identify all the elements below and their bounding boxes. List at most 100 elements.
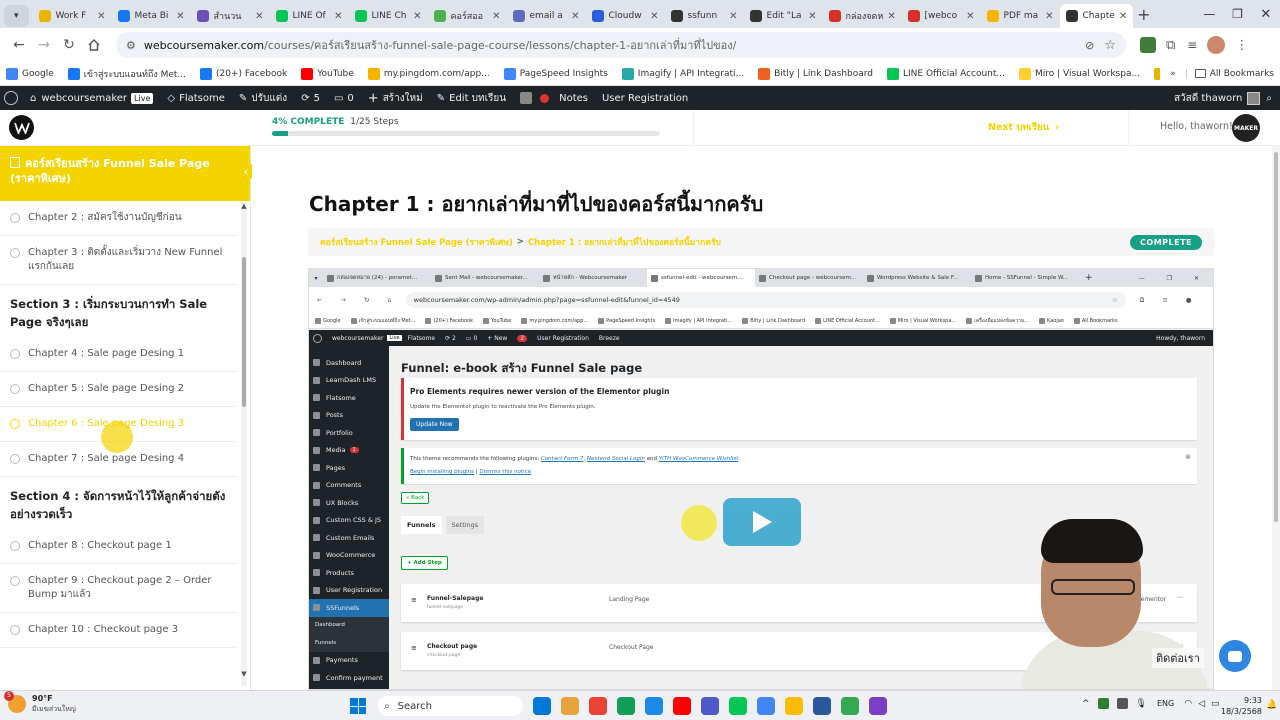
sidebar-scrollbar[interactable]: ▲ ▼ xyxy=(241,202,247,686)
site-logo[interactable] xyxy=(9,115,34,140)
taskbar-app-icon[interactable] xyxy=(589,697,607,715)
browser-tab[interactable]: สำนวน ✕ xyxy=(191,4,270,28)
tray-app-icon-1[interactable] xyxy=(1097,698,1109,709)
taskbar-app-icon[interactable] xyxy=(729,697,747,715)
minimize-button[interactable]: — xyxy=(1195,7,1223,21)
scrollbar-thumb[interactable] xyxy=(242,257,246,407)
wp-new-link[interactable]: + สร้างใหม่ xyxy=(368,91,423,106)
new-tab-button[interactable]: + xyxy=(1133,5,1156,24)
tab-search-button[interactable]: ▾ xyxy=(4,4,29,27)
bookmark-item[interactable]: Miro | Visual Workspa... xyxy=(1019,67,1140,81)
maximize-button[interactable]: ❐ xyxy=(1223,7,1251,21)
browser-tab[interactable]: ssfunn ✕ xyxy=(665,4,744,28)
lesson-item[interactable]: Chapter 4 : Sale page Desing 1 xyxy=(0,337,238,372)
close-tab-icon[interactable]: ✕ xyxy=(567,11,579,22)
taskbar-app-icon[interactable] xyxy=(645,697,663,715)
bookmark-item[interactable]: Bitly | Link Dashboard xyxy=(758,67,873,81)
taskbar-app-icon[interactable] xyxy=(813,697,831,715)
bookmark-item[interactable]: เข้าสู่ระบบแอนท์ถึง Met... xyxy=(67,67,186,81)
close-tab-icon[interactable]: ✕ xyxy=(172,11,184,22)
media-control-icon[interactable]: ≡ xyxy=(1187,38,1197,52)
close-tab-icon[interactable]: ✕ xyxy=(93,11,105,22)
wp-updates-link[interactable]: ⟳ 5 xyxy=(301,93,320,104)
page-scrollbar-thumb[interactable] xyxy=(1274,152,1278,522)
browser-tab[interactable]: กล่องจดห ✕ xyxy=(823,4,902,28)
scrollbar-down-arrow[interactable]: ▼ xyxy=(241,670,247,678)
taskbar-app-icon[interactable] xyxy=(617,697,635,715)
yoast-icon[interactable] xyxy=(520,92,533,104)
page-scrollbar[interactable] xyxy=(1272,146,1280,690)
close-tab-icon[interactable]: ✕ xyxy=(804,11,816,22)
wp-edit-link[interactable]: ✎ Edit บทเรียน xyxy=(437,91,506,106)
browser-tab[interactable]: [webco ✕ xyxy=(902,4,981,28)
close-tab-icon[interactable]: ✕ xyxy=(962,11,974,22)
wp-comments-link[interactable]: ▭ 0 xyxy=(334,93,354,104)
tray-app-icon-2[interactable] xyxy=(1116,698,1128,709)
reload-button[interactable]: ↻ xyxy=(58,34,80,56)
taskbar-app-icon[interactable] xyxy=(673,697,691,715)
video-play-button[interactable] xyxy=(723,498,801,546)
wp-site-link[interactable]: ⌂ webcoursemaker Live xyxy=(30,92,154,104)
scrollbar-up-arrow[interactable]: ▲ xyxy=(241,202,247,210)
menu-kebab-icon[interactable]: ⋮ xyxy=(1235,38,1248,53)
breadcrumb-course-link[interactable]: คอร์สเรียนสร้าง Funnel Sale Page (ราคาพิ… xyxy=(320,235,513,249)
puzzle-icon[interactable]: ⧉ xyxy=(1166,38,1175,53)
site-info-icon[interactable]: ⚙ xyxy=(126,39,136,52)
close-tab-icon[interactable]: ✕ xyxy=(251,11,263,22)
browser-tab[interactable]: Meta Bi ✕ xyxy=(112,4,191,28)
bookmark-item[interactable]: YouTube xyxy=(301,67,354,81)
lesson-item[interactable]: Chapter 9 : Checkout page 2 – Order Bump… xyxy=(0,564,238,613)
taskbar-app-icon[interactable] xyxy=(841,697,859,715)
tray-chevron-icon[interactable]: ^ xyxy=(1082,699,1090,709)
taskbar-app-icon[interactable] xyxy=(785,697,803,715)
taskbar-app-icon[interactable] xyxy=(869,697,887,715)
star-icon[interactable]: ☆ xyxy=(1104,38,1116,53)
wp-customize-link[interactable]: ✎ ปรับแต่ง xyxy=(239,91,287,106)
browser-tab[interactable]: LINE Of ✕ xyxy=(270,4,349,28)
close-tab-icon[interactable]: ✕ xyxy=(883,11,895,22)
language-indicator[interactable]: ENG xyxy=(1157,699,1174,708)
home-button[interactable] xyxy=(83,34,105,56)
close-tab-icon[interactable]: ✕ xyxy=(1115,11,1127,22)
browser-tab[interactable]: Edit "La ✕ xyxy=(744,4,823,28)
lesson-item[interactable]: Chapter 8 : Checkout page 1 xyxy=(0,529,238,564)
breadcrumb-lesson-link[interactable]: Chapter 1 : อยากเล่าที่มาที่ไปของคอร์สนี… xyxy=(528,235,721,249)
clock[interactable]: 9:33 18/3/2568 xyxy=(1200,695,1262,717)
lesson-item[interactable]: Chapter 5 : Sale page Desing 2 xyxy=(0,372,238,407)
profile-avatar[interactable] xyxy=(1207,36,1226,54)
bookmark-item[interactable]: my.pingdom.com/app... xyxy=(367,67,490,81)
bookmark-item[interactable]: เครื่องมือแปลงข้อความเป็... xyxy=(1154,67,1161,81)
lesson-item[interactable]: Chapter 2 : สมัครใช้งานบัญชีก่อน xyxy=(0,201,238,236)
close-tab-icon[interactable]: ✕ xyxy=(725,11,737,22)
taskbar-app-icon[interactable] xyxy=(757,697,775,715)
forward-button[interactable]: → xyxy=(33,34,55,56)
search-icon[interactable]: ⌕ xyxy=(1266,93,1272,104)
bookmark-item[interactable]: LINE Official Account... xyxy=(887,67,1005,81)
course-title-block[interactable]: คอร์สเรียนสร้าง Funnel Sale Page (ราคาพิ… xyxy=(0,146,250,201)
browser-tab[interactable]: Cloudw ✕ xyxy=(586,4,665,28)
notification-bell-icon[interactable]: 🔔 xyxy=(1266,700,1277,710)
browser-tab[interactable]: LINE Ch ✕ xyxy=(349,4,428,28)
browser-tab[interactable]: email a ✕ xyxy=(507,4,586,28)
chat-button[interactable] xyxy=(1219,640,1251,672)
taskbar-app-icon[interactable] xyxy=(533,697,551,715)
contact-us-label[interactable]: ติดต่อเรา xyxy=(1152,648,1204,668)
mic-icon[interactable]: 🎙 xyxy=(1136,699,1147,709)
close-tab-icon[interactable]: ✕ xyxy=(1041,11,1053,22)
bookmark-item[interactable]: Imagify | API Integrati... xyxy=(621,67,744,81)
close-tab-icon[interactable]: ✕ xyxy=(330,11,342,22)
user-maker-avatar[interactable]: MAKER xyxy=(1232,114,1260,142)
wp-theme-link[interactable]: ◇ Flatsome xyxy=(167,93,225,104)
close-tab-icon[interactable]: ✕ xyxy=(409,11,421,22)
extension-icon[interactable] xyxy=(1140,37,1156,53)
browser-tab[interactable]: PDF ma ✕ xyxy=(981,4,1060,28)
wifi-icon[interactable]: ◠ xyxy=(1184,699,1192,709)
wp-howdy-link[interactable]: สวัสดี thaworn xyxy=(1174,91,1261,106)
close-tab-icon[interactable]: ✕ xyxy=(488,11,500,22)
start-button[interactable] xyxy=(350,698,366,714)
more-bookmarks-icon[interactable]: » xyxy=(1170,69,1176,79)
browser-tab[interactable]: Chapte ✕ xyxy=(1059,4,1133,28)
next-lesson-link[interactable]: Next บทเรียน › xyxy=(988,120,1059,135)
address-bar[interactable]: ⚙ webcoursemaker.com /courses/คอร์สเรียน… xyxy=(116,32,1126,58)
weather-widget[interactable]: 5 90°F มีเมฆส่วนใหญ่ xyxy=(4,691,76,714)
